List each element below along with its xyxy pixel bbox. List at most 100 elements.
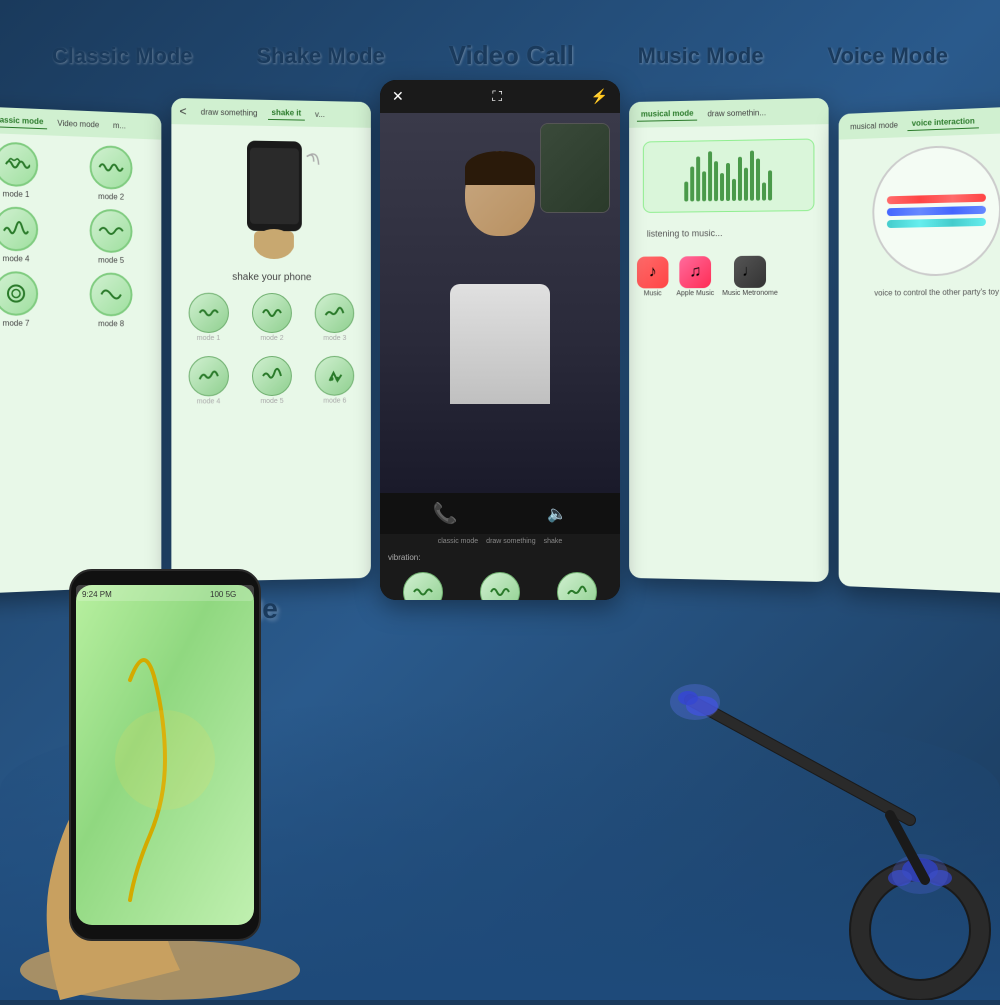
person-body: [450, 284, 550, 404]
mode-5-icon: [90, 209, 133, 254]
music-app-3-label: Music Metronome: [722, 290, 778, 297]
mode-2-icon: [90, 145, 133, 190]
shake-vib-5-icon: [252, 356, 292, 396]
shake-screen-header: < draw something shake it v...: [171, 98, 371, 128]
music-draw-tab[interactable]: draw somethin...: [703, 106, 770, 120]
shake-back-icon[interactable]: <: [179, 104, 186, 118]
mode-4-label: mode 4: [3, 254, 30, 264]
music-app-1-icon: ♪: [637, 256, 669, 288]
mode-circle-1[interactable]: mode 1: [0, 141, 60, 200]
music-app-1[interactable]: ♪ Music: [637, 256, 669, 297]
music-app-3[interactable]: ♩ Music Metronome: [722, 256, 778, 297]
mode-circle-8[interactable]: mode 8: [68, 272, 154, 328]
mode-circle-5[interactable]: mode 5: [68, 208, 154, 265]
music-wave-area: listening to music...: [629, 124, 829, 253]
video-vib-mode-2[interactable]: mode 2: [465, 572, 536, 600]
shake-v-tab[interactable]: v...: [311, 107, 329, 120]
shake-vib-mode-4[interactable]: mode 4: [179, 356, 237, 405]
shake-your-phone-label: shake your phone: [232, 272, 311, 283]
music-app-2[interactable]: ♫ Apple Music: [676, 256, 714, 297]
shake-draw-tab[interactable]: draw something: [197, 105, 262, 119]
shake-vib-3-icon: [315, 293, 354, 333]
mode-7-label: mode 7: [3, 319, 30, 328]
wave-blue: [887, 206, 986, 216]
mode-1-icon: [0, 141, 38, 187]
eq-bar-5: [708, 151, 712, 201]
mode-circle-7[interactable]: mode 7: [0, 271, 60, 328]
mode-circle-4[interactable]: mode 4: [0, 206, 60, 264]
mode-7-icon: [0, 271, 38, 316]
eq-bar-11: [744, 168, 748, 201]
eq-bar-12: [750, 151, 754, 201]
shake-mode-5-label: mode 5: [260, 398, 283, 405]
shake-vib-6-icon: [315, 356, 354, 396]
eq-bar-8: [726, 163, 730, 201]
product-device-area: [630, 620, 1000, 1000]
music-apps-row: ♪ Music ♫ Apple Music ♩ Music Metronome: [629, 251, 829, 301]
shake-vib-mode-2[interactable]: mode 2: [243, 293, 300, 342]
musical-mode-tab[interactable]: musical mode: [637, 107, 698, 122]
small-video-pip: [540, 123, 610, 213]
video-controls: 📞 🔈: [380, 493, 620, 534]
shake-vib-mode-6[interactable]: mode 6: [306, 356, 363, 405]
end-call-icon[interactable]: 📞: [433, 501, 458, 526]
eq-bar-2: [690, 167, 694, 202]
volume-icon[interactable]: 🔈: [547, 504, 567, 524]
shake-vtab[interactable]: shake: [544, 538, 563, 545]
classic-mode-label: Classic Mode: [52, 43, 193, 69]
shake-vib-mode-3[interactable]: mode 3: [306, 293, 363, 342]
video-expand-icon[interactable]: ⛶: [492, 88, 502, 105]
small-video-inner: [541, 124, 609, 212]
shake-mode-1-label: mode 1: [197, 335, 221, 342]
mode-circle-2[interactable]: mode 2: [68, 144, 154, 202]
video-mode-tab[interactable]: Video mode: [53, 116, 103, 131]
voice-interaction-tab[interactable]: voice interaction: [908, 114, 979, 131]
svg-text:9:24 PM: 9:24 PM: [82, 590, 112, 599]
bluetooth-icon[interactable]: ⚡: [591, 88, 608, 105]
eq-bar-7: [720, 173, 724, 201]
shake-mode-label: Shake Mode: [256, 43, 384, 69]
shake-vib-mode-1[interactable]: mode 1: [179, 293, 237, 342]
person-hair: [465, 151, 535, 185]
video-vib-mode-1[interactable]: mode 1: [388, 572, 459, 600]
video-close-icon[interactable]: ✕: [392, 88, 404, 105]
shake-mode-3-label: mode 3: [323, 335, 346, 342]
shake-vib-mode-5[interactable]: mode 5: [243, 356, 300, 405]
eq-bar-4: [702, 171, 706, 201]
mode-8-label: mode 8: [98, 319, 124, 328]
music-mode-label: Music Mode: [638, 43, 764, 69]
shake-vib-4-icon: [188, 356, 228, 396]
more-tab[interactable]: m...: [109, 118, 130, 132]
voice-mode-screen: musical mode voice interaction voice to …: [839, 106, 1000, 594]
shake-vib-row1: mode 1 mode 2 mode 3: [171, 293, 371, 348]
mode-5-label: mode 5: [98, 256, 124, 265]
voice-musical-tab[interactable]: musical mode: [846, 118, 902, 133]
classic-mode-vtab[interactable]: classic mode: [438, 538, 478, 545]
voice-mode-label: Voice Mode: [827, 43, 948, 69]
eq-bar-10: [738, 157, 742, 201]
eq-bar-1: [684, 182, 688, 202]
mode-1-label: mode 1: [3, 189, 30, 199]
voice-control-text: voice to control the other party's toy: [848, 283, 1000, 302]
wave-red: [887, 194, 986, 205]
eq-bar-15: [768, 170, 772, 200]
draw-something-vtab[interactable]: draw something: [486, 538, 535, 545]
eq-bar-13: [756, 158, 760, 200]
classic-modes-grid: mode 1 mode 2 mode 4 mode: [0, 132, 161, 336]
shake-it-tab[interactable]: shake it: [268, 106, 306, 121]
voice-wave-area: voice to control the other party's toy: [839, 132, 1000, 311]
music-app-3-icon: ♩: [734, 256, 766, 288]
music-screen-header: musical mode draw somethin...: [629, 98, 829, 128]
classic-tab[interactable]: classic mode: [0, 113, 47, 129]
video-vib-mode-3[interactable]: mode 3: [541, 572, 612, 600]
vibration-section: vibration:: [380, 549, 620, 566]
product-svg: [630, 620, 1000, 1000]
vvib-2-icon: [480, 572, 520, 600]
music-app-1-label: Music: [644, 290, 662, 297]
shake-vib-row2: mode 4 mode 5 mode 6: [171, 356, 371, 412]
mode-labels-row: Classic Mode Shake Mode Video Call Music…: [0, 40, 1000, 71]
video-main-area: [380, 113, 620, 493]
shake-mode-2-label: mode 2: [260, 335, 283, 342]
vib-modes-row1: mode 1 mode 2 mode 3: [380, 566, 620, 600]
wave-cyan: [887, 218, 986, 228]
